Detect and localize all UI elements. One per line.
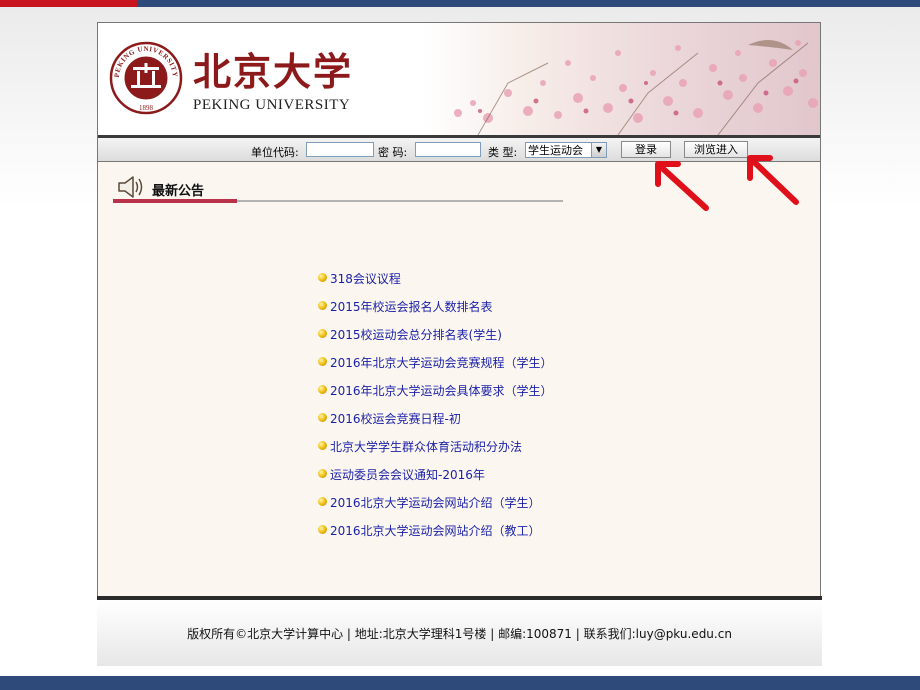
news-section-title: 最新公告 (152, 184, 205, 199)
password-label: 密 码: (378, 146, 408, 159)
type-select-value: 学生运动会 (528, 144, 583, 157)
news-link[interactable]: 运动委员会会议通知-2016年 (330, 466, 485, 483)
login-button[interactable]: 登录 (621, 141, 671, 158)
news-title-rule (237, 200, 563, 202)
news-link[interactable]: 2015年校运会报名人数排名表 (330, 298, 493, 315)
type-label: 类 型: (488, 146, 518, 159)
unit-code-label: 单位代码: (251, 146, 299, 159)
list-item: 2016年北京大学运动会具体要求（学生） (318, 382, 553, 410)
slide-top-bar-red (0, 0, 137, 7)
bullet-dot-icon (318, 301, 327, 310)
list-item: 2015年校运会报名人数排名表 (318, 298, 553, 326)
seal-year: 1898 (139, 104, 154, 112)
news-link[interactable]: 2016北京大学运动会网站介绍（教工） (330, 522, 541, 539)
list-item: 2015校运动会总分排名表(学生) (318, 326, 553, 354)
footer-copyright: 版权所有©北京大学计算中心 | 地址:北京大学理科1号楼 | 邮编:100871… (187, 627, 732, 641)
news-link[interactable]: 2016年北京大学运动会竞赛规程（学生） (330, 354, 553, 371)
bullet-dot-icon (318, 413, 327, 422)
footer: 版权所有©北京大学计算中心 | 地址:北京大学理科1号楼 | 邮编:100871… (97, 600, 822, 666)
news-link[interactable]: 318会议议程 (330, 270, 401, 287)
page-frame: 1898 PEKING UNIVERSITY 北京大学 PEKING UNIVE… (97, 22, 821, 598)
list-item: 运动委员会会议通知-2016年 (318, 466, 553, 494)
password-input[interactable] (415, 142, 481, 157)
news-link[interactable]: 2015校运动会总分排名表(学生) (330, 326, 502, 343)
bullet-dot-icon (318, 329, 327, 338)
news-title-underline (113, 199, 237, 203)
news-list: 318会议议程 2015年校运会报名人数排名表 2015校运动会总分排名表(学生… (318, 270, 553, 550)
bullet-dot-icon (318, 385, 327, 394)
slide-top-bar-blue (137, 0, 920, 7)
type-select[interactable]: 学生运动会 ▼ (525, 142, 607, 158)
chevron-down-icon[interactable]: ▼ (591, 143, 606, 157)
browse-button[interactable]: 浏览进入 (684, 141, 748, 158)
bullet-dot-icon (318, 525, 327, 534)
list-item: 2016北京大学运动会网站介绍（学生） (318, 494, 553, 522)
news-link[interactable]: 2016校运会竞赛日程-初 (330, 410, 461, 427)
speaker-icon (118, 176, 143, 198)
bullet-dot-icon (318, 497, 327, 506)
arrow-annotation-icon (655, 161, 709, 211)
news-link[interactable]: 北京大学学生群众体育活动积分办法 (330, 438, 522, 455)
news-link[interactable]: 2016北京大学运动会网站介绍（学生） (330, 494, 541, 511)
list-item: 2016年北京大学运动会竞赛规程（学生） (318, 354, 553, 382)
flower-decoration-icon (454, 40, 818, 135)
header-banner: 1898 PEKING UNIVERSITY 北京大学 PEKING UNIVE… (98, 23, 820, 135)
university-seal-icon: 1898 PEKING UNIVERSITY (109, 41, 183, 115)
list-item: 318会议议程 (318, 270, 553, 298)
list-item: 2016北京大学运动会网站介绍（教工） (318, 522, 553, 550)
list-item: 2016校运会竞赛日程-初 (318, 410, 553, 438)
list-item: 北京大学学生群众体育活动积分办法 (318, 438, 553, 466)
logo-english: PEKING UNIVERSITY (193, 97, 351, 113)
logo-chinese: 北京大学 (193, 49, 354, 94)
bullet-dot-icon (318, 441, 327, 450)
bullet-dot-icon (318, 357, 327, 366)
news-link[interactable]: 2016年北京大学运动会具体要求（学生） (330, 382, 553, 399)
arrow-annotation-icon (747, 155, 799, 205)
bullet-dot-icon (318, 273, 327, 282)
unit-code-input[interactable] (306, 142, 374, 157)
slide-bottom-bar (0, 676, 920, 690)
bullet-dot-icon (318, 469, 327, 478)
